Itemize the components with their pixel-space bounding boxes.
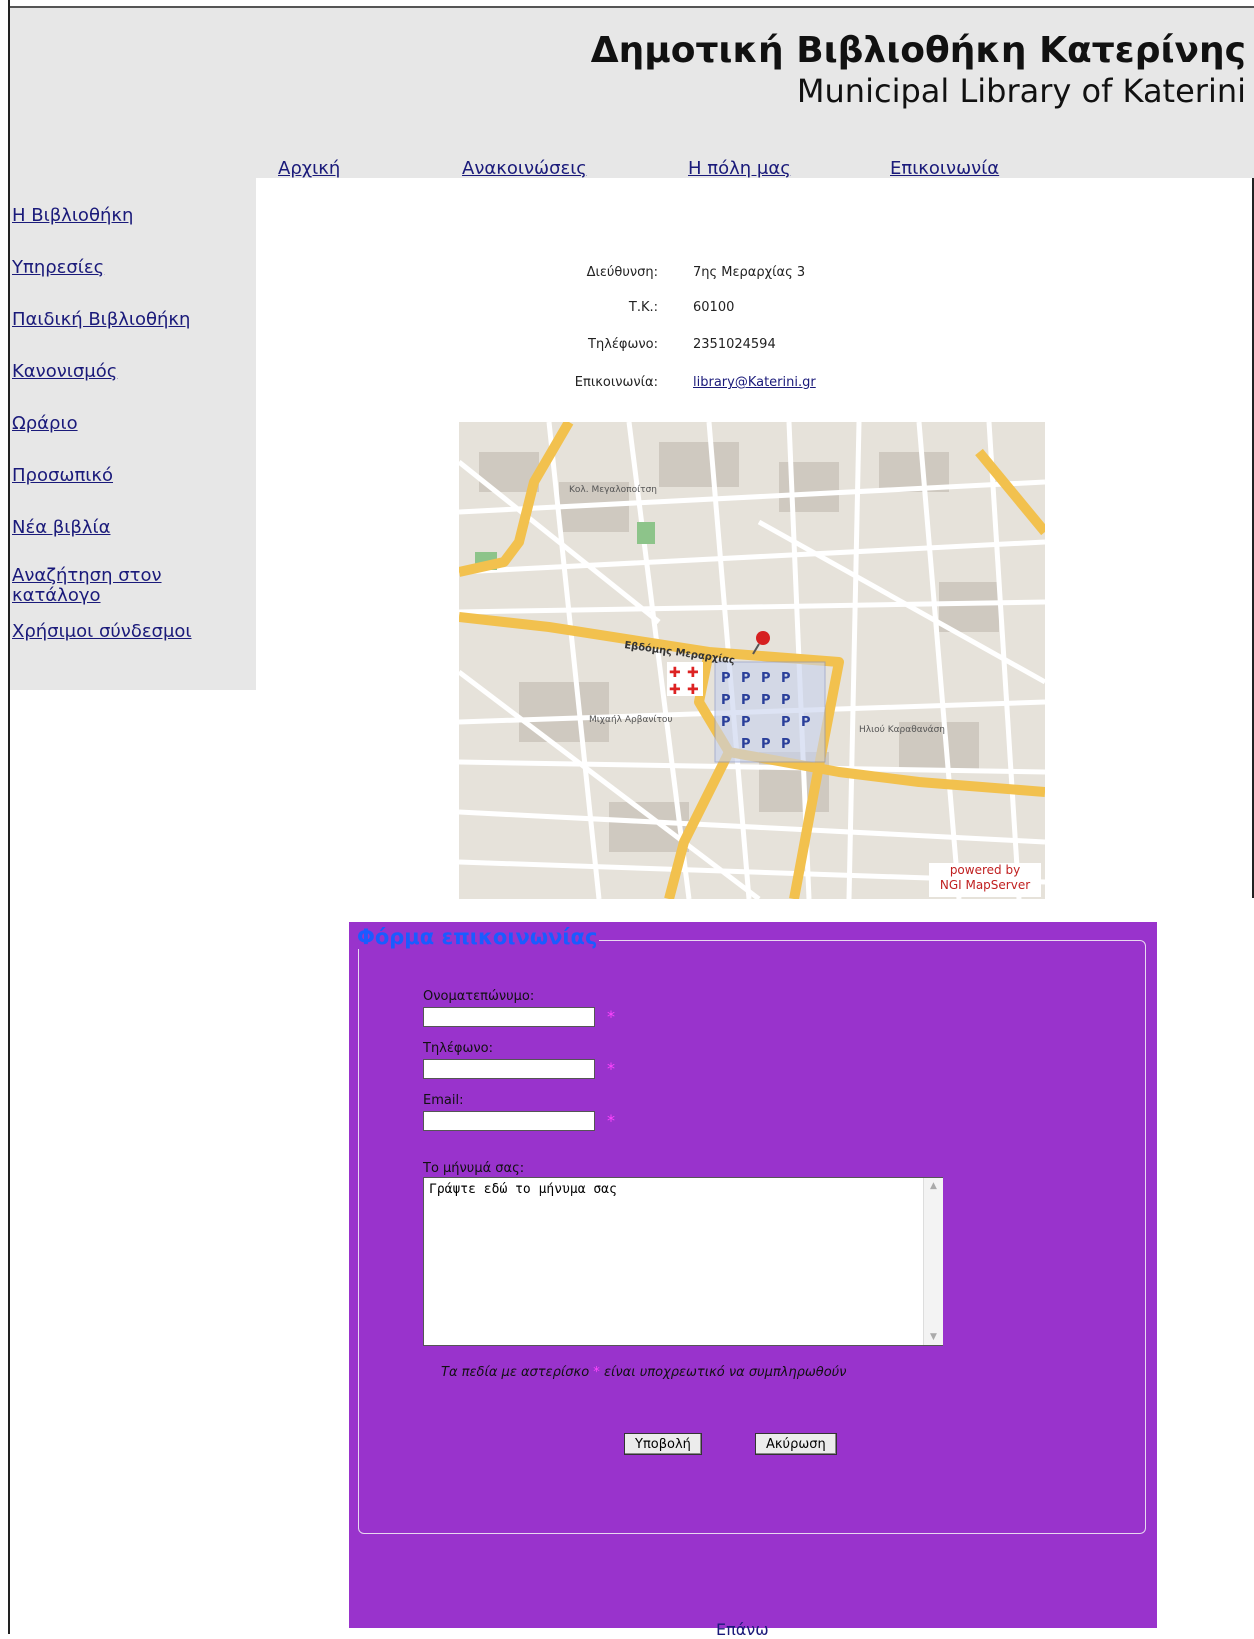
map-credit-line1: powered by <box>949 863 1021 877</box>
nav-home[interactable]: Αρχική <box>278 158 340 179</box>
map-credit[interactable]: powered by NGI MapServer <box>929 863 1041 897</box>
nav-announcements[interactable]: Ανακοινώσεις <box>462 158 587 179</box>
site-title-english: Municipal Library of Katerini <box>796 72 1246 110</box>
svg-text:P: P <box>781 693 791 708</box>
svg-text:P: P <box>721 715 731 730</box>
zip-value: 60100 <box>693 300 735 315</box>
required-note: Τα πεδία με αστερίσκο * είναι υποχρεωτικ… <box>441 1365 846 1380</box>
sidebar-item-services[interactable]: Υπηρεσίες <box>12 258 104 278</box>
address-value: 7ης Μεραρχίας 3 <box>693 265 806 280</box>
sidebar: Η Βιβλιοθήκη Υπηρεσίες Παιδική Βιβλιοθήκ… <box>10 178 256 690</box>
sidebar-item-staff[interactable]: Προσωπικό <box>12 466 113 486</box>
phone-field-label: Τηλέφωνο: <box>423 1041 493 1056</box>
phone-label: Τηλέφωνο: <box>588 337 658 352</box>
required-note-after: είναι υποχρεωτικό να συμπληρωθούν <box>603 1365 847 1380</box>
sidebar-item-library[interactable]: Η Βιβλιοθήκη <box>12 206 133 226</box>
svg-text:P: P <box>741 671 751 686</box>
site-header: Δημοτική Βιβλιοθήκη Κατερίνης Municipal … <box>10 8 1254 179</box>
sidebar-item-new-books[interactable]: Νέα βιβλία <box>12 518 110 538</box>
nav-our-city[interactable]: Η πόλη μας <box>688 158 791 179</box>
nav-contact[interactable]: Επικοινωνία <box>890 158 999 179</box>
address-label: Διεύθυνση: <box>586 265 658 280</box>
scroll-up-icon[interactable]: ▲ <box>924 1178 943 1194</box>
svg-text:Μιχαήλ Αρβανίτου: Μιχαήλ Αρβανίτου <box>589 715 673 725</box>
location-map[interactable]: PPPP PPPP PPPP PPP ✚ ✚ ✚ ✚ Μιχαήλ Αρβανίτου… <box>459 422 1045 899</box>
sidebar-item-regulations[interactable]: Κανονισμός <box>12 362 117 382</box>
svg-text:Κολ. Μεγαλοποίτση: Κολ. Μεγαλοποίτση <box>569 485 657 495</box>
svg-text:P: P <box>741 693 751 708</box>
svg-text:P: P <box>781 737 791 752</box>
email-required-star: * <box>607 1111 615 1130</box>
svg-text:P: P <box>801 715 811 730</box>
submit-button[interactable]: Υποβολή <box>624 1433 702 1455</box>
site-title-greek: Δημοτική Βιβλιοθήκη Κατερίνης <box>590 30 1246 71</box>
svg-text:✚: ✚ <box>669 682 681 698</box>
phone-input[interactable] <box>423 1059 595 1079</box>
contact-form: Φόρμα επικοινωνίας Ονοματεπώνυμο: * Τηλέ… <box>349 922 1157 1628</box>
svg-text:✚: ✚ <box>687 682 699 698</box>
sidebar-item-useful-links[interactable]: Χρήσιμοι σύνδεσμοι <box>12 622 192 642</box>
required-note-before: Τα πεδία με αστερίσκο <box>441 1365 590 1380</box>
phone-required-star: * <box>607 1059 615 1078</box>
contact-label: Επικοινωνία: <box>574 375 658 390</box>
svg-text:P: P <box>761 737 771 752</box>
svg-text:P: P <box>721 693 731 708</box>
email-link[interactable]: library@Katerini.gr <box>693 375 816 390</box>
svg-text:✚: ✚ <box>687 665 699 681</box>
required-note-star: * <box>593 1365 600 1380</box>
svg-text:P: P <box>741 737 751 752</box>
name-label: Ονοματεπώνυμο: <box>423 989 535 1004</box>
phone-value: 2351024594 <box>693 337 776 352</box>
message-textarea[interactable]: Γράψτε εδώ το μήνυμα σας <box>423 1177 943 1346</box>
form-legend: Φόρμα επικοινωνίας <box>355 925 600 949</box>
name-required-star: * <box>607 1007 615 1026</box>
scroll-down-icon[interactable]: ▼ <box>924 1329 943 1345</box>
svg-text:P: P <box>761 671 771 686</box>
email-field-label: Email: <box>423 1093 464 1108</box>
email-input[interactable] <box>423 1111 595 1131</box>
message-scrollbar[interactable]: ▲ ▼ <box>923 1178 943 1345</box>
svg-text:Ηλιού Καραθανάση: Ηλιού Καραθανάση <box>859 724 945 735</box>
map-credit-line2: NGI MapServer <box>939 878 1031 892</box>
svg-text:P: P <box>721 671 731 686</box>
sidebar-item-catalog-search[interactable]: Αναζήτηση στον κατάλογο <box>12 566 212 606</box>
svg-text:P: P <box>781 715 791 730</box>
map-streets: PPPP PPPP PPPP PPP ✚ ✚✚ ✚ Μιχαήλ Αρβανίτου… <box>459 422 1045 899</box>
zip-label: Τ.Κ.: <box>628 300 658 315</box>
sidebar-item-children-library[interactable]: Παιδική Βιβλιοθήκη <box>12 310 190 330</box>
form-fieldset: Φόρμα επικοινωνίας Ονοματεπώνυμο: * Τηλέ… <box>355 925 1146 1534</box>
back-to-top-link[interactable]: Επάνω <box>716 1620 769 1639</box>
sidebar-item-hours[interactable]: Ωράριο <box>12 414 78 434</box>
svg-text:P: P <box>761 693 771 708</box>
cancel-button[interactable]: Ακύρωση <box>755 1433 837 1455</box>
svg-text:P: P <box>781 671 791 686</box>
svg-text:P: P <box>741 715 751 730</box>
svg-text:✚: ✚ <box>669 665 681 681</box>
name-input[interactable] <box>423 1007 595 1027</box>
message-label: Το μήνυμά σας: <box>423 1161 525 1176</box>
